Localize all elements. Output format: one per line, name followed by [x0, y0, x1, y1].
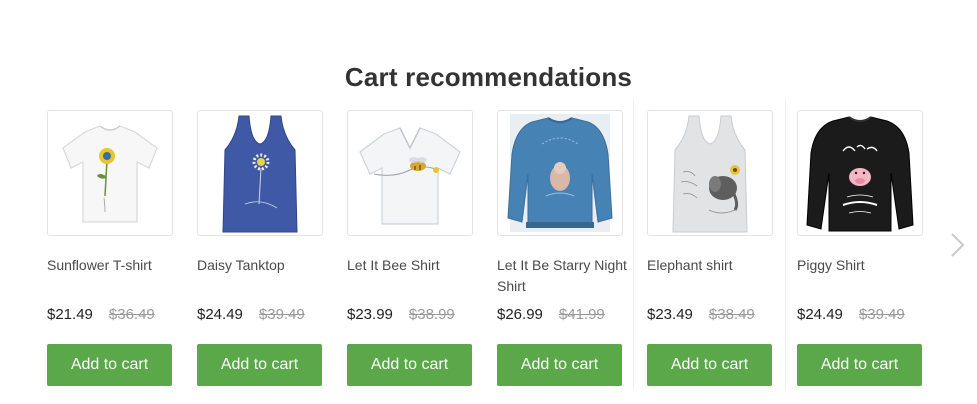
- compare-at-price: $41.99: [558, 306, 605, 323]
- carousel-next-button[interactable]: [946, 230, 968, 260]
- add-to-cart-button[interactable]: Add to cart: [347, 344, 472, 386]
- product-image-link[interactable]: [347, 110, 473, 236]
- compare-at-price: $36.49: [108, 306, 155, 323]
- product-image-link[interactable]: [197, 110, 323, 236]
- carousel-divider: [785, 100, 786, 390]
- product-price: $24.49: [197, 306, 243, 323]
- compare-at-price: $38.49: [708, 306, 755, 323]
- compare-at-price: $38.99: [408, 306, 455, 323]
- product-title[interactable]: Elephant shirt: [647, 255, 787, 276]
- product-prices: $24.49 $39.49: [197, 306, 337, 323]
- add-to-cart-button[interactable]: Add to cart: [47, 344, 172, 386]
- product-card: Sunflower T-shirt $21.49 $36.49 Add to ca…: [47, 110, 173, 386]
- product-image-link[interactable]: [47, 110, 173, 236]
- add-to-cart-button[interactable]: Add to cart: [497, 344, 622, 386]
- product-prices: $26.99 $41.99: [497, 306, 637, 323]
- white-vneck-bee-icon: [359, 127, 461, 225]
- product-image-link[interactable]: [497, 110, 623, 236]
- product-prices: $23.49 $38.49: [647, 306, 787, 323]
- black-longsleeve-piggy-icon: [806, 116, 914, 232]
- blue-sweatshirt-starry-icon: [507, 114, 613, 232]
- carousel-divider: [633, 100, 634, 390]
- white-tanktop-elephant-icon: [672, 115, 748, 233]
- compare-at-price: $39.49: [258, 306, 305, 323]
- product-card: Elephant shirt $23.49 $38.49 Add to cart: [647, 110, 773, 386]
- product-card: Let It Be Starry Night Shirt $26.99 $41.9…: [497, 110, 627, 386]
- product-prices: $24.49 $39.49: [797, 306, 937, 323]
- product-title[interactable]: Let It Be Starry Night Shirt: [497, 255, 637, 297]
- product-title[interactable]: Let It Bee Shirt: [347, 255, 487, 276]
- white-tshirt-sunflower-icon: [62, 125, 158, 223]
- product-image-link[interactable]: [797, 110, 923, 236]
- product-price: $26.99: [497, 306, 543, 323]
- product-card: Piggy Shirt $24.49 $39.49 Add to cart: [797, 110, 923, 386]
- product-card: Daisy Tanktop $24.49 $39.49 Add to cart: [197, 110, 323, 386]
- product-price: $23.49: [647, 306, 693, 323]
- chevron-right-icon: [951, 233, 965, 257]
- product-prices: $23.99 $38.99: [347, 306, 487, 323]
- product-title[interactable]: Sunflower T-shirt: [47, 255, 187, 276]
- product-price: $24.49: [797, 306, 843, 323]
- blue-tanktop-daisy-icon: [222, 115, 298, 233]
- product-carousel: Sunflower T-shirt $21.49 $36.49 Add to ca…: [0, 0, 977, 404]
- product-prices: $21.49 $36.49: [47, 306, 187, 323]
- product-title[interactable]: Piggy Shirt: [797, 255, 937, 276]
- add-to-cart-button[interactable]: Add to cart: [197, 344, 322, 386]
- product-price: $21.49: [47, 306, 93, 323]
- product-title[interactable]: Daisy Tanktop: [197, 255, 337, 276]
- add-to-cart-button[interactable]: Add to cart: [647, 344, 772, 386]
- add-to-cart-button[interactable]: Add to cart: [797, 344, 922, 386]
- compare-at-price: $39.49: [858, 306, 905, 323]
- product-image-link[interactable]: [647, 110, 773, 236]
- product-card: Let It Bee Shirt $23.99 $38.99 Add to car…: [347, 110, 473, 386]
- product-price: $23.99: [347, 306, 393, 323]
